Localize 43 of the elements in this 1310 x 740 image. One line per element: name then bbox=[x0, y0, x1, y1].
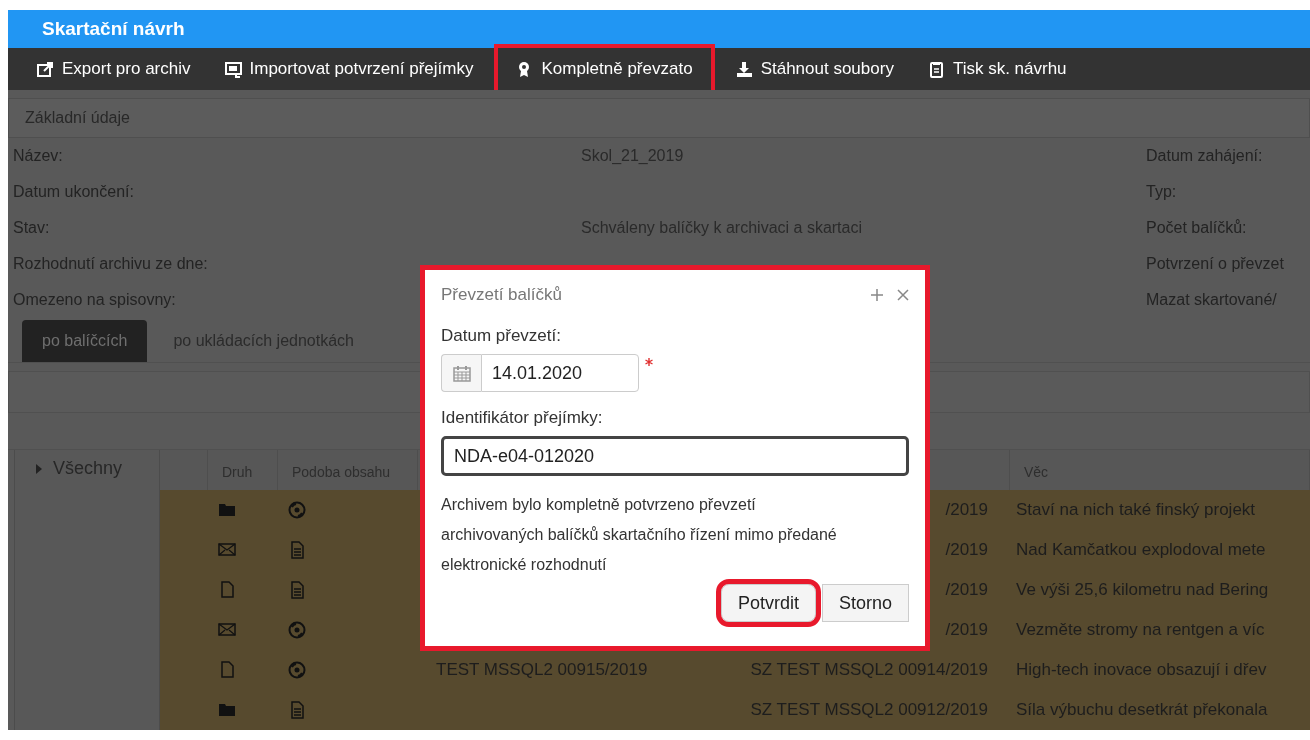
maximize-button[interactable] bbox=[871, 289, 883, 301]
disc-icon bbox=[288, 501, 306, 519]
document-icon bbox=[288, 581, 306, 599]
input-field[interactable]: NDA-e04-012020 bbox=[441, 436, 909, 476]
toolbar-button[interactable]: Export pro archiv bbox=[32, 47, 196, 91]
plus-icon bbox=[871, 289, 883, 301]
envelope-icon bbox=[218, 541, 236, 559]
table-cell: Nad Kamčatkou explodoval mete bbox=[1010, 530, 1310, 570]
document-icon bbox=[288, 541, 306, 559]
folder-icon bbox=[218, 701, 236, 719]
page-icon bbox=[218, 581, 236, 599]
close-icon bbox=[897, 289, 909, 301]
field-label: Identifikátor přejímky: bbox=[441, 408, 604, 428]
disc-icon bbox=[288, 661, 306, 679]
table-cell: High-tech inovace obsazují i dřev bbox=[1010, 650, 1310, 690]
download-icon bbox=[735, 60, 753, 78]
document-icon bbox=[288, 701, 306, 719]
table-cell: Vezměte stromy na rentgen a víc bbox=[1010, 610, 1310, 650]
caret-right-icon bbox=[35, 463, 43, 474]
disc-icon bbox=[288, 621, 306, 639]
table-cell: SZ TEST MSSQL2 00912/2019 bbox=[700, 690, 1010, 730]
calendar-icon bbox=[452, 364, 471, 382]
toolbar-button[interactable]: Importovat potvrzení přejímky bbox=[219, 47, 479, 91]
date-field[interactable]: 14.01.2020 bbox=[481, 354, 639, 392]
table-cell: Staví na nich také finský projekt bbox=[1010, 490, 1310, 530]
table-cell: Ve výši 25,6 kilometru nad Bering bbox=[1010, 570, 1310, 610]
table-cell: SZ TEST MSSQL2 00914/2019 bbox=[700, 650, 1010, 690]
folder-icon bbox=[218, 501, 236, 519]
field-label: Datum převzetí: bbox=[441, 326, 562, 346]
toolbar-button[interactable]: Stáhnout soubory bbox=[730, 47, 899, 91]
window-title: Skartační návrh bbox=[42, 18, 185, 40]
page-icon bbox=[218, 661, 236, 679]
toolbar-button[interactable]: Tisk sk. návrhu bbox=[922, 47, 1072, 91]
clipboard-icon bbox=[927, 60, 945, 78]
table-cell: TEST MSSQL2 00915/2019 bbox=[418, 650, 700, 690]
export-icon bbox=[37, 60, 54, 78]
dialog-title: Převzetí balíčků bbox=[441, 285, 562, 305]
close-button[interactable] bbox=[897, 289, 909, 301]
dialog-button[interactable]: Storno bbox=[821, 584, 909, 622]
envelope-icon bbox=[218, 621, 236, 639]
calendar-button[interactable] bbox=[441, 354, 481, 392]
import-icon bbox=[224, 60, 242, 78]
table-cell: Síla výbuchu desetkrát překonala bbox=[1010, 690, 1310, 730]
